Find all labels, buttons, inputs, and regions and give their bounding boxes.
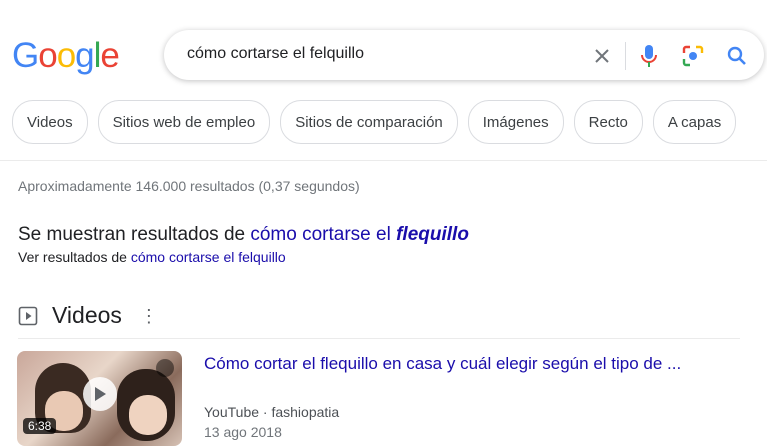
search-input[interactable]: cómo cortarse el felquillo [187, 45, 364, 63]
chip-layered[interactable]: A capas [652, 100, 737, 144]
chip-job-sites[interactable]: Sitios web de empleo [97, 100, 271, 144]
videos-header: Videos ⋮ [18, 302, 158, 329]
original-query: Ver resultados de cómo cortarse el felqu… [18, 249, 286, 265]
video-duration: 6:38 [23, 418, 57, 434]
section-divider [18, 338, 740, 339]
correction-prefix: Se muestran resultados de [18, 224, 251, 245]
lens-icon[interactable] [680, 43, 706, 69]
chip-straight[interactable]: Recto [573, 100, 643, 144]
thumb-face [129, 395, 167, 435]
divider [625, 42, 626, 70]
chip-comparison-sites[interactable]: Sitios de comparación [280, 100, 458, 144]
clear-icon[interactable] [589, 43, 615, 69]
video-source: YouTube · fashiopatia [204, 404, 340, 420]
videos-title: Videos [52, 302, 122, 328]
logo-letter: l [93, 36, 102, 75]
logo-letter: e [100, 36, 119, 75]
corrected-word: flequillo [396, 224, 469, 245]
original-query-link[interactable]: cómo cortarse el felquillo [131, 249, 286, 265]
play-icon[interactable] [83, 377, 117, 411]
original-prefix: Ver resultados de [18, 249, 131, 265]
more-options-icon[interactable]: ⋮ [140, 307, 158, 325]
corrected-query-text: cómo cortarse el [250, 224, 397, 245]
search-box[interactable]: cómo cortarse el felquillo [164, 30, 764, 80]
search-actions [589, 42, 750, 70]
spelling-correction: Se muestran resultados de cómo cortarse … [18, 224, 469, 246]
logo-letter: o [38, 36, 57, 75]
logo-letter: G [12, 36, 39, 75]
google-logo[interactable]: Google [12, 36, 120, 76]
expand-icon[interactable] [156, 359, 174, 377]
logo-letter: g [75, 36, 94, 75]
result-stats: Aproximadamente 146.000 resultados (0,37… [18, 178, 360, 194]
video-date: 13 ago 2018 [204, 424, 282, 440]
header-divider [0, 160, 767, 161]
video-icon [18, 306, 38, 325]
chip-videos[interactable]: Videos [12, 100, 88, 144]
video-result-title[interactable]: Cómo cortar el flequillo en casa y cuál … [204, 354, 681, 374]
chip-images[interactable]: Imágenes [467, 100, 564, 144]
filter-chips: Videos Sitios web de empleo Sitios de co… [12, 100, 737, 144]
corrected-query-link[interactable]: cómo cortarse el flequillo [250, 224, 469, 245]
logo-letter: o [56, 36, 76, 75]
microphone-icon[interactable] [636, 43, 662, 69]
video-thumbnail[interactable]: 6:38 [17, 351, 182, 446]
search-icon[interactable] [724, 43, 750, 69]
